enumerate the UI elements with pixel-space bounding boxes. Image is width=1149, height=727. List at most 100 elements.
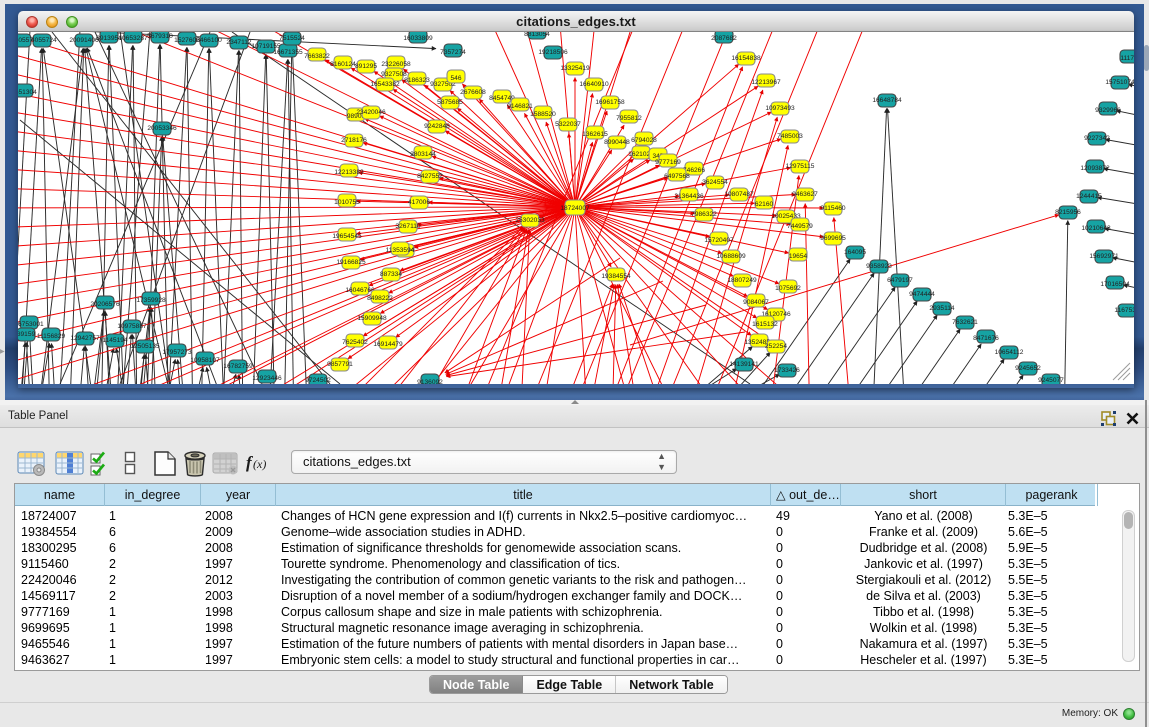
svg-text:11171: 11171 <box>1120 55 1134 62</box>
svg-text:2718176: 2718176 <box>341 137 367 144</box>
svg-text:8160124: 8160124 <box>330 61 356 68</box>
svg-text:15720407: 15720407 <box>704 237 734 244</box>
svg-text:7485003: 7485003 <box>777 133 803 140</box>
svg-text:9724502: 9724502 <box>305 377 331 384</box>
svg-text:19384554: 19384554 <box>601 273 631 280</box>
svg-text:39159: 39159 <box>18 331 35 338</box>
svg-text:7515524: 7515524 <box>279 35 305 42</box>
svg-text:16671355: 16671355 <box>273 49 303 56</box>
svg-text:9084067: 9084067 <box>743 299 769 306</box>
svg-text:7449579: 7449579 <box>787 223 813 230</box>
svg-text:2347112: 2347112 <box>226 39 252 46</box>
svg-text:20091406: 20091406 <box>69 37 99 44</box>
svg-text:9245652: 9245652 <box>1015 365 1041 372</box>
svg-text:15751074: 15751074 <box>1105 79 1134 86</box>
svg-text:19166825: 19166825 <box>336 259 366 266</box>
svg-text:10807487: 10807487 <box>724 191 754 198</box>
svg-text:7625402: 7625402 <box>342 339 368 346</box>
svg-text:9245077: 9245077 <box>1038 377 1064 384</box>
svg-text:16640910: 16640910 <box>579 81 609 88</box>
svg-text:2676608: 2676608 <box>460 89 486 96</box>
svg-text:10973493: 10973493 <box>765 105 795 112</box>
svg-text:17016504: 17016504 <box>1100 281 1130 288</box>
svg-text:1615132: 1615132 <box>752 321 778 328</box>
svg-text:8813054: 8813054 <box>524 32 550 38</box>
svg-text:9857791: 9857791 <box>327 361 353 368</box>
svg-text:16154838: 16154838 <box>731 55 761 62</box>
svg-text:7663822: 7663822 <box>304 53 330 60</box>
svg-text:19654: 19654 <box>789 253 808 260</box>
svg-text:1010755: 1010755 <box>334 199 360 206</box>
svg-text:5679310: 5679310 <box>147 33 173 40</box>
svg-text:15692971: 15692971 <box>1089 253 1119 260</box>
svg-text:7632621: 7632621 <box>952 319 978 326</box>
svg-text:9358923: 9358923 <box>866 263 892 270</box>
svg-text:1244415: 1244415 <box>1076 193 1102 200</box>
svg-text:140557: 140557 <box>18 37 33 44</box>
svg-text:10210643: 10210643 <box>1081 225 1111 232</box>
svg-text:16543382: 16543382 <box>370 81 400 88</box>
svg-text:17957273: 17957273 <box>162 349 192 356</box>
svg-text:18724007: 18724007 <box>560 205 590 212</box>
svg-text:9329966: 9329966 <box>1095 107 1121 114</box>
svg-text:16753001: 16753001 <box>18 321 44 328</box>
svg-text:2087682: 2087682 <box>711 35 737 42</box>
svg-text:891295: 891295 <box>355 63 377 70</box>
svg-text:(x): (x) <box>253 457 266 471</box>
svg-text:20206576: 20206576 <box>90 301 120 308</box>
svg-text:9474444: 9474444 <box>909 291 935 298</box>
svg-text:6794028: 6794028 <box>631 137 657 144</box>
svg-text:8471676: 8471676 <box>973 335 999 342</box>
svg-text:7357274: 7357274 <box>440 49 466 56</box>
svg-text:12213389: 12213389 <box>334 169 364 176</box>
svg-text:12093872: 12093872 <box>1080 165 1110 172</box>
svg-text:8427552: 8427552 <box>417 173 443 180</box>
svg-text:12942757: 12942757 <box>70 335 100 342</box>
svg-text:12975115: 12975115 <box>786 163 815 170</box>
svg-text:5875685: 5875685 <box>437 99 463 106</box>
svg-text:8498222: 8498222 <box>367 295 393 302</box>
svg-text:1075692: 1075692 <box>775 285 801 292</box>
svg-text:887334: 887334 <box>380 271 402 278</box>
svg-text:9227342: 9227342 <box>1084 135 1110 142</box>
svg-text:25302033: 25302033 <box>515 217 545 224</box>
svg-text:9242848: 9242848 <box>424 123 450 130</box>
svg-text:23420046: 23420046 <box>356 109 386 116</box>
svg-text:10975887: 10975887 <box>117 323 147 330</box>
svg-text:252254: 252254 <box>765 343 787 350</box>
svg-text:8990448: 8990448 <box>604 139 630 146</box>
svg-text:1588520: 1588520 <box>530 111 556 118</box>
svg-text:15909948: 15909948 <box>357 315 387 322</box>
svg-text:546: 546 <box>450 75 461 82</box>
svg-text:5322037: 5322037 <box>555 121 581 128</box>
svg-text:21364436: 21364436 <box>674 193 704 200</box>
svg-text:13325419: 13325419 <box>560 65 590 72</box>
svg-text:12505135: 12505135 <box>130 343 160 350</box>
svg-text:2935114: 2935114 <box>929 305 955 312</box>
svg-text:16914479: 16914479 <box>373 341 403 348</box>
svg-text:16961758: 16961758 <box>595 99 625 106</box>
svg-text:1362615: 1362615 <box>582 131 608 138</box>
svg-text:23226058: 23226058 <box>381 61 411 68</box>
svg-text:62160: 62160 <box>755 201 774 208</box>
svg-text:16648784: 16648784 <box>872 97 902 104</box>
svg-text:12213967: 12213967 <box>751 79 781 86</box>
svg-text:17359928: 17359928 <box>136 297 166 304</box>
svg-text:1167533: 1167533 <box>1114 307 1134 314</box>
svg-text:11156829: 11156829 <box>37 333 66 340</box>
svg-text:7986322: 7986322 <box>691 211 717 218</box>
svg-text:3624554: 3624554 <box>702 179 728 186</box>
svg-text:1733426: 1733426 <box>774 367 800 374</box>
svg-text:19218506: 19218506 <box>538 49 568 56</box>
svg-text:6479197: 6479197 <box>887 277 913 284</box>
svg-text:18807249: 18807249 <box>727 277 757 284</box>
svg-text:20053346: 20053346 <box>147 125 177 132</box>
svg-text:3267110: 3267110 <box>395 223 421 230</box>
svg-text:14139141: 14139141 <box>729 361 759 368</box>
svg-text:16782759: 16782759 <box>223 363 253 370</box>
svg-text:16033809: 16033809 <box>403 35 433 42</box>
svg-text:19654545: 19654545 <box>332 233 362 240</box>
svg-text:16046766: 16046766 <box>345 287 375 294</box>
svg-text:9463627: 9463627 <box>792 191 818 198</box>
svg-text:10653287: 10653287 <box>118 35 148 42</box>
